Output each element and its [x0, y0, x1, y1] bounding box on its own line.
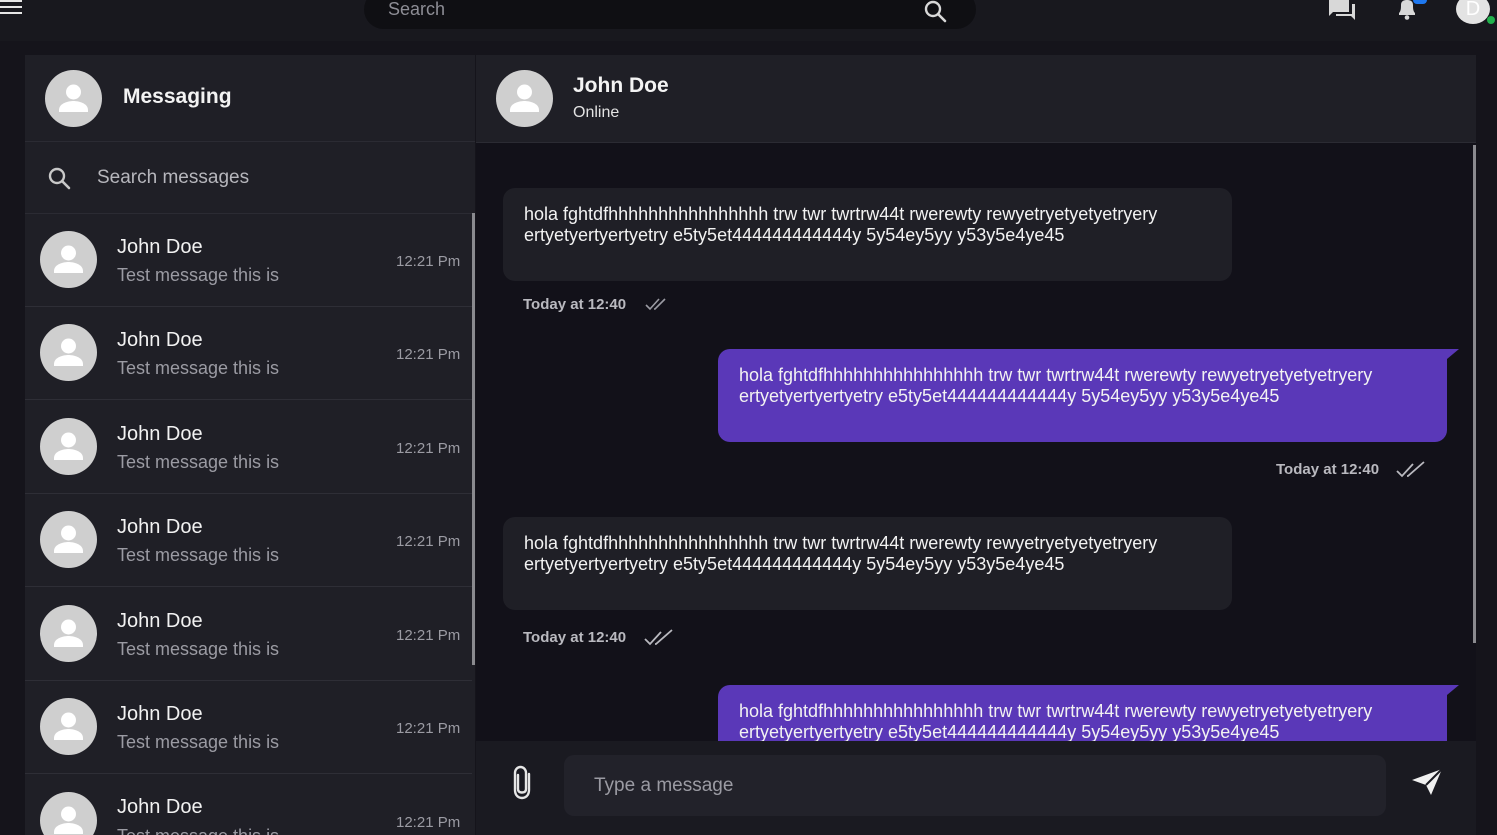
chat-panel: John Doe Online hola fghtdfhhhhhhhhhhhhh… [476, 55, 1476, 835]
conversation-preview: Test message this is [117, 452, 280, 472]
conversation-name: John Doe [117, 516, 203, 538]
conversation-item[interactable]: John Doe Test message this is 12:21 Pm [25, 307, 472, 400]
conversations-header: Messaging [25, 55, 475, 142]
conversation-time: 12:21 Pm [396, 440, 461, 457]
global-search-input[interactable] [388, 0, 908, 20]
top-bar: D [0, 0, 1497, 41]
conversations-panel: Messaging John Doe Test message this is … [25, 55, 475, 835]
chat-header: John Doe Online [476, 55, 1476, 143]
message-thread-scrollbar[interactable] [1473, 145, 1476, 643]
message-input[interactable] [564, 755, 1386, 816]
avatar [40, 698, 97, 755]
avatar [40, 231, 97, 288]
avatar [40, 324, 97, 381]
send-icon[interactable] [1411, 768, 1443, 801]
double-check-icon [645, 296, 669, 316]
search-icon[interactable] [924, 0, 948, 29]
conversation-name: John Doe [117, 610, 203, 632]
conversation-preview: Test message this is [117, 545, 280, 565]
conversation-name: John Doe [117, 236, 203, 258]
message-search [25, 143, 475, 214]
conversation-preview: Test message this is [117, 639, 280, 659]
search-icon [48, 167, 72, 196]
message-thread: hola fghtdfhhhhhhhhhhhhhhhh trw twr twrt… [476, 143, 1476, 741]
message-bubble-outgoing: hola fghtdfhhhhhhhhhhhhhhhh trw twr twrt… [718, 349, 1459, 442]
conversation-time: 12:21 Pm [396, 627, 461, 644]
conversation-preview: Test message this is [117, 732, 280, 752]
message-bubble-incoming: hola fghtdfhhhhhhhhhhhhhhhh trw twr twrt… [503, 517, 1232, 610]
conversation-time: 12:21 Pm [396, 720, 461, 737]
message-meta: Today at 12:40 [1276, 461, 1425, 478]
message-time: Today at 12:40 [523, 629, 627, 646]
contact-avatar [496, 70, 553, 127]
message-meta: Today at 12:40 [523, 629, 673, 646]
conversation-preview: Test message this is [117, 358, 280, 378]
message-time: Today at 12:40 [523, 296, 627, 313]
conversation-item[interactable]: John Doe Test message this is 12:21 Pm [25, 494, 472, 587]
message-time: Today at 12:40 [1276, 461, 1380, 478]
user-online-indicator [1487, 16, 1495, 24]
menu-icon[interactable] [0, 0, 22, 16]
message-bubble-incoming: hola fghtdfhhhhhhhhhhhhhhhh trw twr twrt… [503, 188, 1232, 281]
conversation-item[interactable]: John Doe Test message this is 12:21 Pm [25, 681, 472, 774]
conversation-item[interactable]: John Doe Test message this is 12:21 Pm [25, 401, 472, 494]
double-check-icon [1396, 461, 1426, 483]
avatar [40, 511, 97, 568]
double-check-icon [644, 629, 674, 651]
conversation-name: John Doe [117, 796, 203, 818]
avatar [40, 792, 97, 835]
contact-status: Online [573, 104, 620, 121]
search-messages-input[interactable] [97, 165, 437, 191]
conversation-item[interactable]: John Doe Test message this is 12:21 Pm [25, 588, 472, 681]
conversation-time: 12:21 Pm [396, 253, 461, 270]
notification-badge [1413, 0, 1427, 4]
global-search-bar [364, 0, 976, 29]
message-meta: Today at 12:40 [523, 296, 666, 313]
avatar [45, 70, 102, 127]
page-title: Messaging [123, 85, 232, 108]
chat-icon[interactable] [1327, 0, 1357, 25]
conversation-time: 12:21 Pm [396, 533, 461, 550]
user-avatar[interactable]: D [1456, 0, 1490, 24]
conversation-list-scrollbar[interactable] [472, 213, 475, 665]
conversation-name: John Doe [117, 703, 203, 725]
conversation-time: 12:21 Pm [396, 814, 461, 831]
conversation-name: John Doe [117, 329, 203, 351]
conversation-item[interactable]: John Doe Test message this is 12:21 Pm [25, 214, 472, 307]
conversation-name: John Doe [117, 423, 203, 445]
contact-name: John Doe [573, 74, 669, 97]
conversation-item[interactable]: John Doe Test message this is 12:21 Pm [25, 775, 472, 835]
conversation-list: John Doe Test message this is 12:21 Pm J… [25, 214, 472, 835]
conversation-preview: Test message this is [117, 826, 279, 835]
avatar [40, 418, 97, 475]
conversation-time: 12:21 Pm [396, 346, 461, 363]
avatar [40, 605, 97, 662]
paperclip-icon[interactable] [509, 765, 539, 806]
conversation-preview: Test message this is [117, 265, 280, 285]
composer [476, 741, 1476, 835]
message-bubble-outgoing: hola fghtdfhhhhhhhhhhhhhhhh trw twr twrt… [718, 685, 1459, 741]
